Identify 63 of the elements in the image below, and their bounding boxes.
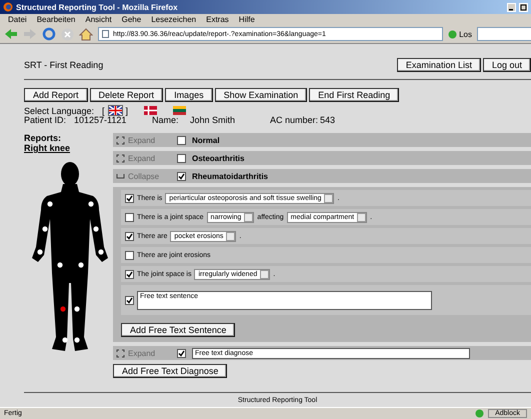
joint-marker[interactable] bbox=[42, 226, 48, 232]
add-diagnose-button[interactable]: Add Free Text Diagnose bbox=[113, 364, 228, 378]
menu-item[interactable]: Bearbeiten bbox=[36, 15, 76, 24]
search-field[interactable] bbox=[477, 27, 531, 41]
window-title: Structured Reporting Tool - Mozilla Firefox bbox=[16, 2, 178, 12]
checkbox[interactable] bbox=[125, 250, 134, 260]
flag-icon[interactable] bbox=[108, 106, 122, 115]
menu-item[interactable]: Gehe bbox=[122, 15, 142, 24]
flag-icon[interactable] bbox=[173, 106, 186, 115]
add-sentence-button[interactable]: Add Free Text Sentence bbox=[121, 323, 236, 337]
menu-item[interactable]: Ansicht bbox=[85, 15, 112, 24]
field-value: 101257-1121 bbox=[74, 115, 127, 125]
page-icon bbox=[102, 30, 109, 38]
action-button[interactable]: Images bbox=[165, 88, 213, 102]
checkbox[interactable] bbox=[125, 296, 134, 304]
bracket: ] bbox=[126, 106, 128, 116]
action-button[interactable]: Add Report bbox=[24, 88, 88, 102]
joint-marker[interactable] bbox=[57, 262, 63, 268]
field-label: Patient ID: bbox=[24, 115, 66, 125]
bracket: [ bbox=[102, 106, 105, 116]
header-button[interactable]: Log out bbox=[482, 58, 531, 72]
maximize-icon[interactable] bbox=[519, 2, 528, 12]
checkbox[interactable] bbox=[125, 232, 134, 240]
reports-label: Reports: bbox=[24, 133, 62, 143]
reload-icon[interactable] bbox=[42, 27, 56, 41]
field-label: Name: bbox=[152, 115, 180, 125]
menu-item[interactable]: Hilfe bbox=[238, 15, 255, 24]
action-button[interactable]: Delete Report bbox=[90, 88, 164, 102]
field-value: 543 bbox=[320, 115, 336, 125]
joint-marker[interactable] bbox=[98, 249, 104, 255]
minimize-icon[interactable] bbox=[507, 2, 516, 12]
checkbox[interactable] bbox=[177, 136, 186, 144]
diagnosis-label: Normal bbox=[192, 136, 220, 144]
field-value: John Smith bbox=[190, 115, 236, 125]
diagnosis-label: Rheumatoidarthritis bbox=[192, 172, 268, 180]
header-button[interactable]: Examination List bbox=[396, 58, 481, 72]
checkbox[interactable] bbox=[125, 194, 134, 202]
joint-marker[interactable] bbox=[62, 337, 68, 343]
action-button[interactable]: Show Examination bbox=[214, 88, 308, 102]
checkbox[interactable] bbox=[177, 154, 186, 162]
joint-marker[interactable] bbox=[88, 201, 94, 207]
menu-item[interactable]: Extras bbox=[206, 15, 229, 24]
checkbox[interactable] bbox=[177, 348, 186, 358]
joint-marker[interactable] bbox=[74, 306, 80, 312]
report-link[interactable]: Right knee bbox=[24, 143, 70, 153]
joint-marker[interactable] bbox=[74, 337, 80, 343]
joint-marker[interactable] bbox=[47, 201, 53, 207]
page-heading: SRT - First Reading bbox=[24, 60, 104, 70]
joint-marker[interactable] bbox=[37, 249, 43, 255]
field-label: AC number: bbox=[270, 115, 320, 125]
home-icon[interactable] bbox=[79, 28, 93, 40]
menu-item[interactable]: Datei bbox=[8, 15, 27, 24]
joint-marker[interactable] bbox=[93, 226, 99, 232]
joint-marker[interactable] bbox=[60, 306, 66, 312]
menu-item[interactable]: Lesezeichen bbox=[151, 15, 196, 24]
checkbox[interactable] bbox=[125, 212, 134, 222]
checkbox[interactable] bbox=[177, 172, 186, 180]
checkbox[interactable] bbox=[125, 270, 134, 278]
joint-marker[interactable] bbox=[78, 262, 84, 268]
language-label: Select Language: bbox=[24, 106, 94, 116]
action-button[interactable]: End First Reading bbox=[309, 88, 400, 102]
diagnosis-label: Osteoarthritis bbox=[192, 154, 244, 162]
go-button[interactable]: Los bbox=[448, 30, 472, 38]
